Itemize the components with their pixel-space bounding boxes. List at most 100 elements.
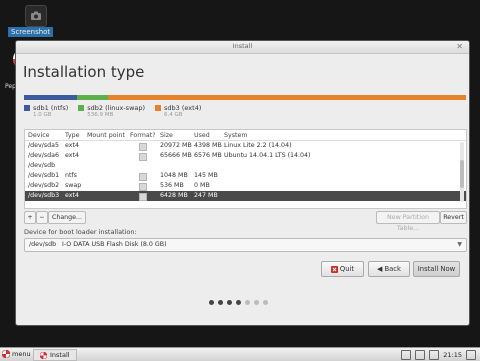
column-header-type[interactable]: Type: [65, 132, 79, 139]
partition-segment: [107, 95, 466, 100]
cell-size: 20972 MB: [160, 142, 192, 149]
legend-size: 536.9 MB: [87, 112, 114, 118]
progress-dot: [236, 300, 241, 305]
back-label: Back: [384, 265, 401, 273]
partition-legend: sdb1 (ntfs) 1.0 GB sdb2 (linux-swap) 536.9 …: [24, 104, 201, 118]
change-partition-button[interactable]: Change...: [48, 211, 86, 224]
column-header-system[interactable]: System: [224, 132, 247, 139]
cell-type: ntfs: [65, 172, 77, 179]
taskbar-item-label: Install: [50, 351, 70, 359]
close-icon[interactable]: ✕: [456, 42, 463, 52]
progress-dot: [227, 300, 232, 305]
cell-device: /dev/sdb: [28, 162, 56, 169]
power-icon[interactable]: [466, 350, 476, 360]
legend-swatch: [78, 105, 85, 111]
table-row[interactable]: /dev/sda5 ext4 20972 MB 4398 MB Linux Lite 2…: [25, 141, 466, 151]
cell-system: Linux Lite 2.2 (14.04): [224, 142, 292, 149]
column-header-size[interactable]: Size: [160, 132, 173, 139]
cell-type: swap: [65, 182, 82, 189]
cell-size: 536 MB: [160, 182, 184, 189]
cell-device: /dev/sdb3: [28, 192, 60, 199]
menu-button[interactable]: menu: [2, 350, 31, 358]
peppermint-logo-icon: [2, 350, 10, 358]
volume-icon[interactable]: [415, 350, 426, 360]
install-now-button[interactable]: Install Now: [413, 261, 460, 277]
partition-table[interactable]: Device Type Mount point Format? Size Use…: [24, 129, 467, 209]
revert-button[interactable]: Revert: [440, 211, 467, 224]
cell-used: 4398 MB: [194, 142, 222, 149]
legend-item: sdb3 (ext4) 6.4 GB: [155, 104, 201, 118]
bootloader-device: /dev/sdb: [29, 241, 57, 248]
cell-size: 65666 MB: [160, 152, 192, 159]
legend-name: sdb2 (linux-swap): [87, 104, 146, 112]
page-title: Installation type: [23, 63, 145, 81]
progress-dot: [254, 300, 259, 305]
table-row[interactable]: /dev/sda6 ext4 65666 MB 6576 MB Ubuntu 14.04…: [25, 151, 466, 161]
cell-type: ext4: [65, 152, 79, 159]
cell-device: /dev/sda5: [28, 142, 59, 149]
column-header-format[interactable]: Format?: [130, 132, 156, 139]
cell-used: 6576 MB: [194, 152, 222, 159]
format-checkbox[interactable]: [139, 172, 147, 181]
format-checkbox[interactable]: [139, 152, 147, 161]
partition-toolbar: + − Change... New Partition Table... Rev…: [24, 211, 467, 232]
installer-window: Install ✕ Installation type sdb1 (ntfs) 1…: [15, 40, 470, 326]
cell-used: 247 MB: [194, 192, 218, 199]
table-body: /dev/sda5 ext4 20972 MB 4398 MB Linux Lite 2…: [25, 141, 466, 201]
progress-dots: [209, 300, 268, 305]
quit-icon: [330, 265, 338, 273]
screenshot-app-label[interactable]: Screenshot: [8, 27, 54, 37]
format-checkbox[interactable]: [139, 182, 147, 191]
legend-size: 6.4 GB: [164, 112, 183, 118]
window-titlebar[interactable]: Install ✕: [16, 41, 469, 54]
cell-used: 0 MB: [194, 182, 210, 189]
bootloader-device-select[interactable]: /dev/sdb I-O DATA USB Flash Disk (8.0 GB…: [24, 238, 467, 252]
cell-system: Ubuntu 14.04.1 LTS (14.04): [224, 152, 311, 159]
legend-swatch: [24, 105, 30, 111]
column-header-mount[interactable]: Mount point: [87, 132, 125, 139]
table-row[interactable]: /dev/sdb3 ext4 6428 MB 247 MB: [25, 191, 466, 201]
quit-label: Quit: [339, 265, 355, 273]
back-button[interactable]: ◀ Back: [368, 261, 410, 277]
cell-device: /dev/sdb2: [28, 182, 60, 189]
menu-label: menu: [12, 350, 31, 358]
table-row[interactable]: /dev/sdb2 swap 536 MB 0 MB: [25, 181, 466, 191]
cell-size: 1048 MB: [160, 172, 188, 179]
new-partition-table-button[interactable]: New Partition Table...: [376, 211, 440, 232]
table-header: Device Type Mount point Format? Size Use…: [25, 130, 466, 141]
screenshot-app-icon[interactable]: [25, 5, 47, 27]
progress-dot: [245, 300, 250, 305]
legend-item: sdb2 (linux-swap) 536.9 MB: [78, 104, 145, 118]
bootloader-description: I-O DATA USB Flash Disk (8.0 GB): [62, 241, 167, 248]
remove-partition-button[interactable]: −: [36, 211, 48, 224]
installer-small-icon: [40, 351, 47, 359]
legend-name: sdb3 (ext4): [164, 104, 202, 112]
format-checkbox[interactable]: [139, 142, 147, 151]
table-row[interactable]: /dev/sdb1 ntfs 1048 MB 145 MB: [25, 171, 466, 181]
battery-icon[interactable]: [429, 350, 440, 360]
camera-icon: [31, 11, 41, 20]
legend-swatch: [155, 105, 162, 111]
cell-size: 6428 MB: [160, 192, 188, 199]
chevron-down-icon: ▼: [457, 241, 462, 248]
clock[interactable]: 21:15: [443, 351, 462, 359]
column-header-used[interactable]: Used: [194, 132, 210, 139]
add-partition-button[interactable]: +: [24, 211, 36, 224]
quit-button[interactable]: Quit: [321, 261, 364, 277]
partition-segment: [77, 95, 108, 100]
legend-size: 1.0 GB: [33, 112, 52, 118]
cell-used: 145 MB: [194, 172, 218, 179]
format-checkbox[interactable]: [139, 192, 147, 201]
progress-dot: [209, 300, 214, 305]
bootloader-label: Device for boot loader installation:: [24, 228, 137, 236]
cell-device: /dev/sda6: [28, 152, 59, 159]
progress-dot: [218, 300, 223, 305]
legend-item: sdb1 (ntfs) 1.0 GB: [24, 104, 68, 118]
taskbar-item-install[interactable]: Install: [33, 349, 77, 361]
table-row[interactable]: /dev/sdb: [25, 161, 466, 171]
table-scrollbar-thumb[interactable]: [460, 160, 464, 188]
network-icon[interactable]: [401, 350, 412, 360]
cell-device: /dev/sdb1: [28, 172, 60, 179]
cell-type: ext4: [65, 142, 79, 149]
column-header-device[interactable]: Device: [28, 132, 50, 139]
